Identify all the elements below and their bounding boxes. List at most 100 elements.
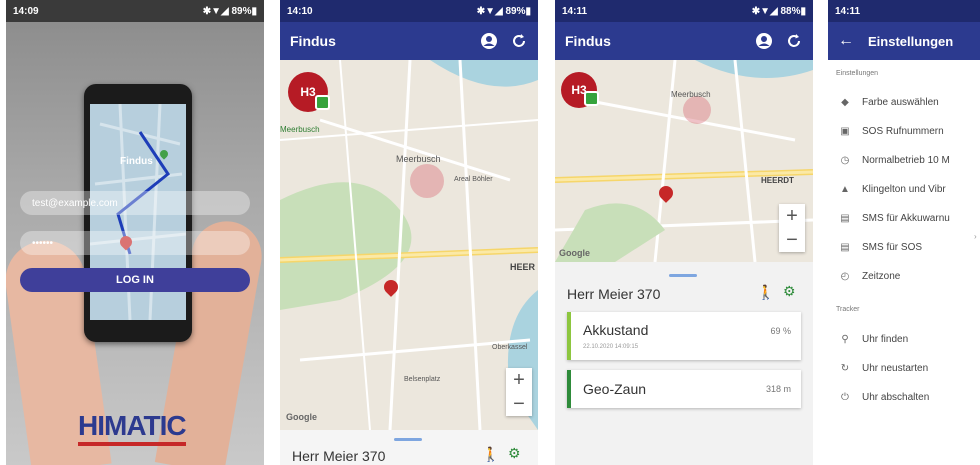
- search-icon: ⚲: [841, 334, 849, 345]
- status-time: 14:09: [13, 5, 39, 17]
- email-field[interactable]: test@example.com: [20, 191, 250, 215]
- login-button[interactable]: LOG IN: [20, 268, 250, 292]
- refresh-icon[interactable]: [785, 32, 803, 50]
- zoom-controls: + −: [506, 368, 532, 416]
- app-bar: ← Einstellungen: [828, 22, 980, 60]
- settings-item[interactable]: ▣ SOS Rufnummern: [828, 117, 980, 146]
- battery-card-timestamp: 22.10.2020 14:09:15: [583, 344, 639, 350]
- tracker-avatar[interactable]: H3: [288, 72, 330, 112]
- status-indicators: ✱▼◢ 89%▮: [202, 5, 257, 17]
- walk-icon[interactable]: 🚶: [757, 284, 774, 301]
- sms-icon: ▤: [840, 242, 850, 253]
- settings-gear-icon[interactable]: ⚙: [783, 283, 796, 300]
- back-arrow-icon[interactable]: ←: [838, 32, 854, 50]
- settings-item-label: SMS für Akkuwarnu: [862, 213, 950, 224]
- status-time: 14:11: [835, 5, 861, 17]
- map-label-meerbusch: Meerbusch: [671, 90, 711, 99]
- settings-item[interactable]: ◷ Normalbetrieb 10 M: [828, 146, 980, 175]
- app-title: Findus: [565, 33, 611, 49]
- geofence-card-value: 318 m: [765, 384, 791, 394]
- zoom-in-button[interactable]: +: [506, 368, 532, 392]
- settings-item[interactable]: ▤ SMS für SOS: [828, 233, 980, 262]
- power-icon: ⏻: [841, 392, 849, 403]
- map-label-belsenplatz: Belsenplatz: [404, 376, 441, 383]
- section-header-tracker: Tracker: [836, 306, 860, 313]
- status-bar: 14:10 ✱▼◢ 89%▮: [280, 0, 538, 22]
- clock-icon: ◷: [840, 155, 850, 166]
- settings-item[interactable]: ▤ SMS für Akkuwarnu: [828, 204, 980, 233]
- settings-item-label: SOS Rufnummern: [862, 126, 944, 137]
- status-bar: 14:09 ✱▼◢ 89%▮: [6, 0, 264, 22]
- map-label-meerbusch: Meerbusch: [396, 154, 441, 164]
- settings-item-label: SMS für SOS: [862, 242, 923, 253]
- settings-item-label: Uhr finden: [862, 334, 909, 345]
- settings-title: Einstellungen: [868, 33, 954, 49]
- settings-item[interactable]: ⚲ Uhr finden: [828, 325, 980, 354]
- section-header-settings: Einstellungen: [836, 70, 879, 77]
- sheet-handle[interactable]: [394, 438, 422, 441]
- settings-item[interactable]: ▲ Klingelton und Vibr: [828, 175, 980, 204]
- battery-card[interactable]: Akkustand 69 % 22.10.2020 14:09:15: [567, 312, 801, 360]
- avatar-label: H3: [300, 85, 316, 99]
- bell-icon: ▲: [840, 184, 850, 195]
- sms-icon: ▤: [840, 213, 850, 224]
- geofence-card[interactable]: Geo-Zaun 318 m: [567, 370, 801, 408]
- app-bar: Findus: [280, 22, 538, 60]
- battery-status-icon: [584, 91, 599, 106]
- map-label-heer: HEER: [510, 262, 536, 272]
- brand-logo-text: HIMATIC: [78, 410, 187, 441]
- status-indicators: ✱▼◢ 89%▮: [476, 5, 531, 17]
- scroll-hint-icon: ›: [974, 232, 977, 241]
- login-button-label: LOG IN: [116, 274, 154, 286]
- account-icon[interactable]: [480, 32, 498, 50]
- map-label-meerbusch-left: Meerbusch: [280, 125, 320, 134]
- status-time: 14:10: [287, 5, 313, 17]
- zoom-out-button[interactable]: −: [779, 228, 805, 252]
- sos-icon: ▣: [840, 126, 850, 137]
- password-field[interactable]: ••••••: [20, 231, 250, 255]
- email-value: test@example.com: [32, 197, 118, 209]
- settings-item[interactable]: ↻ Uhr neustarten: [828, 354, 980, 383]
- status-indicators: ✱▼◢ 88%▮: [751, 5, 806, 17]
- settings-gear-icon[interactable]: ⚙: [508, 445, 521, 462]
- palette-icon: ◆: [841, 97, 849, 108]
- settings-item[interactable]: ◴ Zeitzone: [828, 262, 980, 291]
- restart-icon: ↻: [840, 363, 850, 374]
- password-value: ••••••: [32, 237, 54, 249]
- map-screenshot: 14:10 ✱▼◢ 89%▮ Findus Meerbusch Meerbusc…: [280, 0, 538, 465]
- status-time: 14:11: [562, 5, 588, 17]
- settings-item-label: Farbe auswählen: [862, 97, 939, 108]
- settings-item-label: Uhr neustarten: [862, 363, 929, 374]
- walk-icon[interactable]: 🚶: [482, 446, 499, 463]
- refresh-icon[interactable]: [510, 32, 528, 50]
- login-screenshot: 14:09 ✱▼◢ 89%▮ Findus test@example.com •…: [6, 0, 264, 465]
- settings-item[interactable]: ◆ Farbe auswählen: [828, 88, 980, 117]
- bottom-sheet[interactable]: Herr Meier 370 🚶 ⚙: [280, 430, 538, 465]
- map-view[interactable]: Meerbusch HEERDT Google H3 + −: [555, 60, 813, 262]
- tracker-avatar[interactable]: H3: [561, 72, 599, 108]
- sheet-handle[interactable]: [669, 274, 697, 277]
- phone-app-title: Findus: [120, 156, 153, 167]
- battery-card-value: 69 %: [770, 326, 791, 336]
- geofence-circle: [683, 96, 711, 124]
- brand-logo: HIMATIC: [78, 410, 187, 446]
- map-view[interactable]: Meerbusch Meerbusch Areal Böhler HEER Ob…: [280, 60, 538, 430]
- battery-card-label: Akkustand: [583, 322, 649, 338]
- status-bar: 14:11: [828, 0, 980, 22]
- account-icon[interactable]: [755, 32, 773, 50]
- settings-item-label: Uhr abschalten: [862, 392, 930, 403]
- map-label-areal: Areal Böhler: [454, 176, 493, 183]
- app-bar: Findus: [555, 22, 813, 60]
- geofence-circle: [410, 164, 444, 198]
- settings-screenshot: 14:11 ← Einstellungen Einstellungen ◆ Far…: [828, 0, 980, 465]
- settings-item[interactable]: ⏻ Uhr abschalten: [828, 383, 980, 412]
- map-label-oberkassel: Oberkassel: [492, 344, 528, 351]
- settings-item-label: Zeitzone: [862, 271, 901, 282]
- timezone-icon: ◴: [840, 271, 850, 282]
- google-logo: Google: [286, 412, 317, 422]
- zoom-in-button[interactable]: +: [779, 204, 805, 228]
- zoom-out-button[interactable]: −: [506, 392, 532, 416]
- sheet-title: Herr Meier 370: [292, 448, 386, 464]
- zoom-controls: + −: [779, 204, 805, 252]
- sheet-title: Herr Meier 370: [567, 286, 661, 302]
